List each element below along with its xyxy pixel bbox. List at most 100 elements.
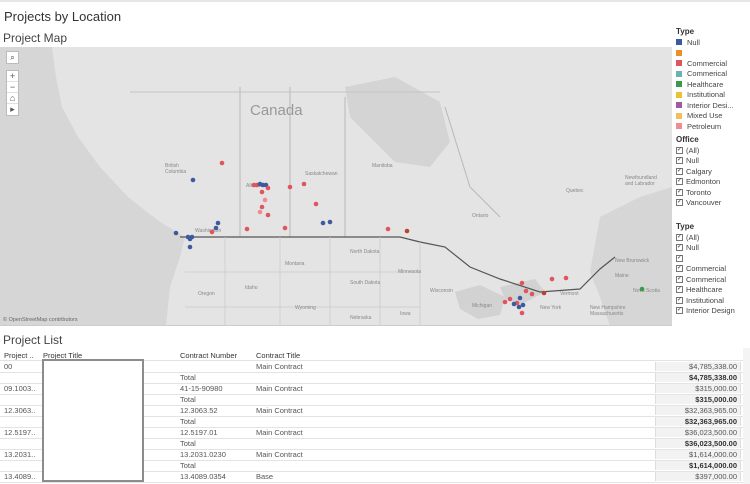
- project-marker[interactable]: [523, 288, 529, 294]
- checkbox-checked-icon[interactable]: ✓: [676, 157, 683, 165]
- contract-number-cell: 13.2031.0230: [180, 450, 226, 459]
- header-project-id[interactable]: Project ..: [4, 351, 34, 360]
- project-marker[interactable]: [257, 209, 263, 215]
- checkbox-checked-icon[interactable]: ✓: [676, 167, 683, 175]
- map-label-oregon: Oregon: [198, 291, 215, 297]
- project-marker[interactable]: [213, 225, 219, 231]
- filter-option[interactable]: ✓ Null: [676, 243, 750, 254]
- filter-option[interactable]: ✓ Commerical: [676, 274, 750, 285]
- project-marker[interactable]: [190, 177, 196, 183]
- project-marker[interactable]: [517, 295, 523, 301]
- filter-option[interactable]: ✓ (All): [676, 145, 750, 156]
- filter-option[interactable]: ✓ Interior Design: [676, 306, 750, 317]
- checkbox-checked-icon[interactable]: ✓: [676, 296, 683, 304]
- contract-title-cell: Main Contract: [256, 428, 303, 437]
- project-marker[interactable]: [320, 220, 326, 226]
- project-marker[interactable]: [259, 189, 265, 195]
- filter-option[interactable]: ✓ Healthcare: [676, 285, 750, 296]
- legend-item[interactable]: Interior Desi...: [676, 100, 750, 111]
- filter-option-label: (All): [686, 145, 700, 155]
- zoom-out-button[interactable]: −: [7, 82, 18, 93]
- filter-option-label: Commercial: [686, 264, 727, 274]
- legend-item[interactable]: Commercial: [676, 58, 750, 69]
- header-contract-number[interactable]: Contract Number: [180, 351, 237, 360]
- legend-item[interactable]: Healthcare: [676, 79, 750, 90]
- total-label-cell: Total: [180, 461, 196, 470]
- legend-item[interactable]: [676, 48, 750, 59]
- project-marker[interactable]: [265, 185, 271, 191]
- legend-label: Commercial: [687, 58, 728, 68]
- project-marker[interactable]: [219, 160, 225, 166]
- project-marker[interactable]: [519, 280, 525, 286]
- checkbox-checked-icon[interactable]: ✓: [676, 146, 683, 154]
- filter-option[interactable]: ✓: [676, 253, 750, 264]
- map-label-massachusetts: Massachusetts: [590, 311, 624, 317]
- project-marker[interactable]: [549, 276, 555, 282]
- project-marker[interactable]: [327, 219, 333, 225]
- legend-item[interactable]: Petroleum: [676, 121, 750, 132]
- legend-item[interactable]: Commerical: [676, 69, 750, 80]
- project-marker[interactable]: [301, 181, 307, 187]
- legend-item[interactable]: Institutional: [676, 90, 750, 101]
- filter-option[interactable]: ✓ Toronto: [676, 187, 750, 198]
- project-id-cell: 13.4089..: [4, 472, 36, 481]
- project-marker[interactable]: [639, 286, 645, 292]
- header-contract-title[interactable]: Contract Title: [256, 351, 300, 360]
- project-marker[interactable]: [541, 290, 547, 296]
- project-marker[interactable]: [282, 225, 288, 231]
- project-marker[interactable]: [185, 234, 191, 240]
- filter-option[interactable]: ✓ Null: [676, 156, 750, 167]
- map-label-minnesota: Minnesota: [398, 269, 421, 275]
- filter-option[interactable]: ✓ Institutional: [676, 295, 750, 306]
- map-label-vermont: Vermont: [560, 291, 579, 297]
- project-marker[interactable]: [404, 228, 410, 234]
- project-marker[interactable]: [520, 302, 526, 308]
- project-marker[interactable]: [519, 310, 525, 316]
- checkbox-checked-icon[interactable]: ✓: [676, 275, 683, 283]
- checkbox-checked-icon[interactable]: ✓: [676, 307, 683, 315]
- checkbox-checked-icon[interactable]: ✓: [676, 286, 683, 294]
- project-marker[interactable]: [244, 226, 250, 232]
- project-marker[interactable]: [516, 304, 522, 310]
- project-marker[interactable]: [529, 291, 535, 297]
- project-marker[interactable]: [287, 184, 293, 190]
- checkbox-checked-icon[interactable]: ✓: [676, 188, 683, 196]
- project-map[interactable]: Canada British Columbia Alberta Saskatch…: [0, 47, 672, 326]
- project-marker[interactable]: [265, 212, 271, 218]
- project-marker[interactable]: [502, 299, 508, 305]
- expand-toolbar-icon[interactable]: ▸: [7, 104, 18, 115]
- zoom-in-button[interactable]: +: [7, 71, 18, 82]
- checkbox-checked-icon[interactable]: ✓: [676, 199, 683, 207]
- checkbox-checked-icon[interactable]: ✓: [676, 254, 683, 262]
- contract-title-cell: Main Contract: [256, 406, 303, 415]
- project-marker[interactable]: [187, 244, 193, 250]
- project-marker[interactable]: [313, 201, 319, 207]
- project-marker[interactable]: [209, 229, 215, 235]
- project-marker[interactable]: [385, 226, 391, 232]
- filter-option[interactable]: ✓ Calgary: [676, 166, 750, 177]
- filter-option[interactable]: ✓ (All): [676, 232, 750, 243]
- filter-option[interactable]: ✓ Edmonton: [676, 177, 750, 188]
- legend-item[interactable]: Null: [676, 37, 750, 48]
- table-scrollbar[interactable]: [743, 348, 750, 484]
- checkbox-checked-icon[interactable]: ✓: [676, 265, 683, 273]
- checkbox-checked-icon[interactable]: ✓: [676, 178, 683, 186]
- project-marker[interactable]: [259, 204, 265, 210]
- home-icon[interactable]: ⌂: [7, 93, 18, 104]
- map-search-button[interactable]: ⌕: [6, 51, 19, 64]
- project-marker[interactable]: [251, 182, 257, 188]
- filter-option-label: Commerical: [686, 274, 727, 284]
- project-marker[interactable]: [511, 301, 517, 307]
- filter-option[interactable]: ✓ Commercial: [676, 264, 750, 275]
- checkbox-checked-icon[interactable]: ✓: [676, 233, 683, 241]
- project-marker[interactable]: [215, 220, 221, 226]
- project-marker[interactable]: [262, 197, 268, 203]
- contract-title-cell: Main Contract: [256, 362, 303, 371]
- project-marker[interactable]: [507, 296, 513, 302]
- project-marker[interactable]: [563, 275, 569, 281]
- legend-item[interactable]: Mixed Use: [676, 111, 750, 122]
- project-marker[interactable]: [173, 230, 179, 236]
- checkbox-checked-icon[interactable]: ✓: [676, 244, 683, 252]
- filter-option[interactable]: ✓ Vancouver: [676, 198, 750, 209]
- map-canvas[interactable]: Canada British Columbia Alberta Saskatch…: [0, 47, 672, 326]
